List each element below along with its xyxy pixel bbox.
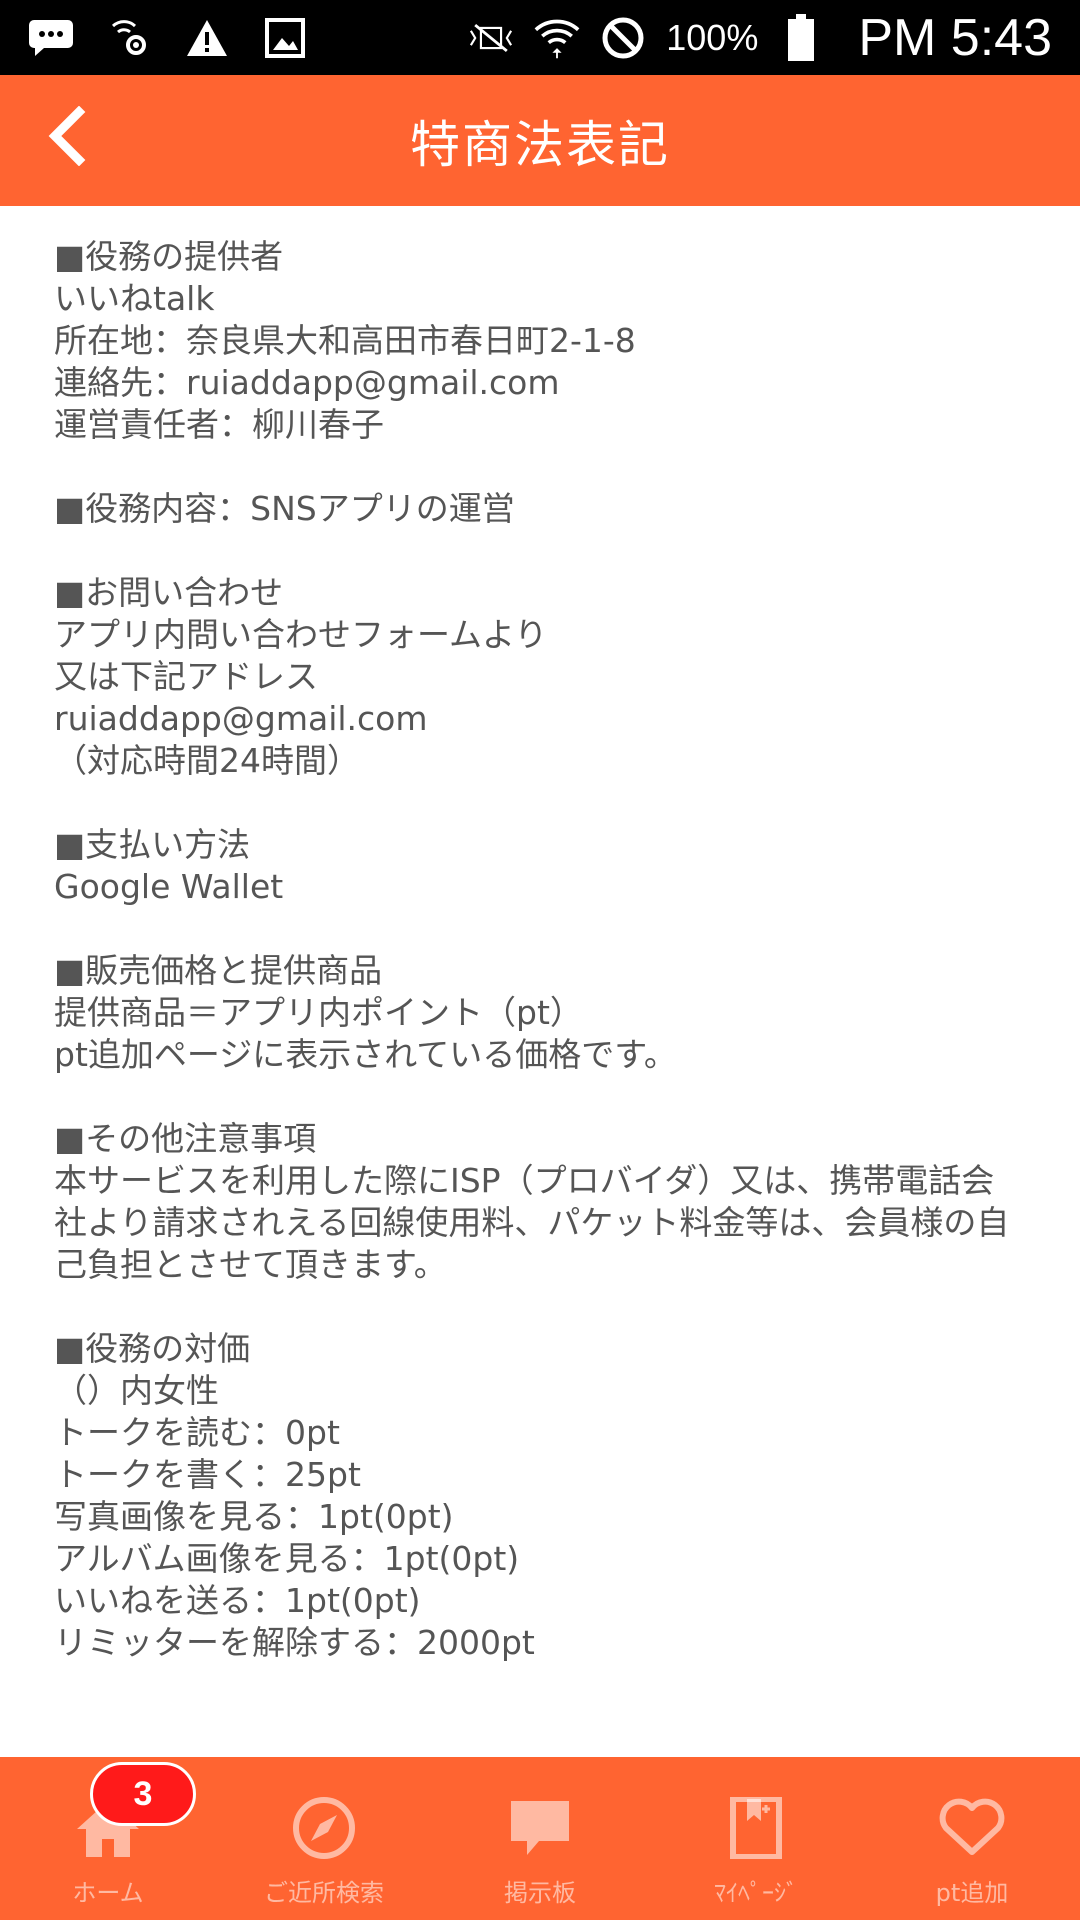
section-notes: ■その他注意事項 本サービスを利用した際にISP（プロバイダ）又は、携帯電話会社…	[54, 1118, 1026, 1286]
section-heading: ■支払い方法	[54, 825, 251, 864]
section-fees: ■役務の対価 （）内女性 トークを読む：0pt トークを書く：25pt 写真画像…	[54, 1328, 1026, 1664]
do-not-disturb-icon	[600, 15, 646, 61]
section-heading: ■その他注意事項	[54, 1119, 317, 1158]
text-line: ruiaddapp@gmail.com	[54, 699, 428, 738]
tab-label: pt追加	[935, 1879, 1009, 1907]
section-provider: ■役務の提供者 いいねtalk 所在地：奈良県大和高田市春日町2-1-8 連絡先…	[54, 236, 1026, 446]
section-heading: ■販売価格と提供商品	[54, 951, 383, 990]
page-title: 特商法表記	[410, 115, 670, 174]
text-line: 連絡先：ruiaddapp@gmail.com	[54, 363, 560, 402]
text-line: トークを書く：25pt	[54, 1455, 361, 1494]
tab-label: ﾏｲﾍﾟｰｼﾞ	[714, 1879, 798, 1907]
text-line: トークを読む：0pt	[54, 1413, 340, 1452]
text-line: いいねを送る：1pt(0pt)	[54, 1581, 421, 1620]
text-line: アプリ内問い合わせフォームより	[54, 615, 548, 654]
image-icon	[262, 15, 308, 61]
text-line: リミッターを解除する：2000pt	[54, 1623, 535, 1662]
status-bar: 100% PM 5:43	[0, 0, 1080, 75]
text-line: いいねtalk	[54, 279, 215, 318]
section-pricing: ■販売価格と提供商品 提供商品＝アプリ内ポイント（pt） pt追加ページに表示さ…	[54, 950, 1026, 1076]
bottom-tab-bar: ホーム 3 ご近所検索 掲示板 ﾏｲﾍﾟｰｼﾞ pt追加	[0, 1757, 1080, 1920]
text-line: （）内女性	[54, 1371, 219, 1410]
tab-home[interactable]: ホーム 3	[0, 1757, 216, 1920]
back-button[interactable]	[30, 103, 100, 173]
app-bar: 特商法表記	[0, 75, 1080, 206]
tab-bulletin-board[interactable]: 掲示板	[432, 1757, 648, 1920]
text-line: アルバム画像を見る：1pt(0pt)	[54, 1539, 520, 1578]
section-payment: ■支払い方法 Google Wallet	[54, 824, 1026, 908]
battery-icon	[778, 13, 824, 61]
tab-add-points[interactable]: pt追加	[864, 1757, 1080, 1920]
location-settings-icon	[106, 15, 152, 61]
text-line: pt追加ページに表示されている価格です。	[54, 1035, 677, 1074]
text-paragraph: 本サービスを利用した際にISP（プロバイダ）又は、携帯電話会社より請求されえる回…	[54, 1161, 1010, 1284]
text-line: 運営責任者：柳川春子	[54, 405, 384, 444]
tab-my-page[interactable]: ﾏｲﾍﾟｰｼﾞ	[648, 1757, 864, 1920]
battery-percent: 100%	[666, 16, 759, 58]
heart-icon	[937, 1793, 1007, 1863]
tab-label: ご近所検索	[264, 1879, 384, 1907]
notification-badge: 3	[90, 1762, 196, 1826]
section-heading: ■役務内容：SNSアプリの運営	[54, 489, 515, 528]
section-heading: ■お問い合わせ	[54, 573, 284, 612]
text-line: （対応時間24時間）	[54, 741, 360, 780]
tab-nearby-search[interactable]: ご近所検索	[216, 1757, 432, 1920]
text-line: 所在地：奈良県大和高田市春日町2-1-8	[54, 321, 636, 360]
clock: PM 5:43	[858, 8, 1052, 67]
tab-label: ホーム	[72, 1879, 144, 1907]
section-heading: ■役務の対価	[54, 1329, 251, 1368]
chevron-left-icon	[43, 105, 87, 170]
text-line: Google Wallet	[54, 867, 284, 906]
chat-bubble-icon	[505, 1793, 575, 1863]
compass-icon	[289, 1793, 359, 1863]
messages-icon	[28, 15, 74, 61]
section-service: ■役務内容：SNSアプリの運営	[54, 488, 1026, 530]
tab-label: 掲示板	[504, 1879, 576, 1907]
section-inquiry: ■お問い合わせ アプリ内問い合わせフォームより 又は下記アドレス ruiadda…	[54, 572, 1026, 782]
text-line: 提供商品＝アプリ内ポイント（pt）	[54, 993, 583, 1032]
bookmark-book-icon	[721, 1793, 791, 1863]
warning-icon	[184, 15, 230, 61]
section-heading: ■役務の提供者	[54, 237, 284, 276]
wifi-icon	[534, 15, 580, 61]
text-line: 写真画像を見る：1pt(0pt)	[54, 1497, 454, 1536]
legal-notice-content: ■役務の提供者 いいねtalk 所在地：奈良県大和高田市春日町2-1-8 連絡先…	[0, 206, 1080, 1757]
mute-icon	[468, 15, 514, 61]
text-line: 又は下記アドレス	[54, 657, 318, 696]
